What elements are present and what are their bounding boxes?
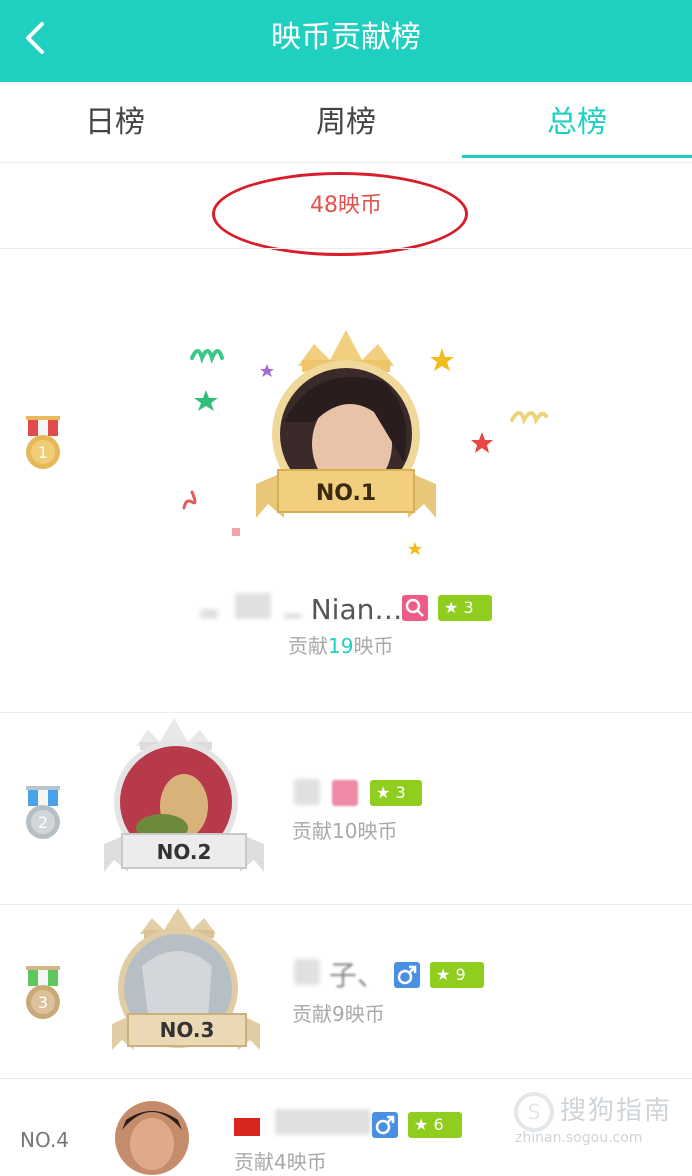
- star-icon: ★: [376, 783, 391, 802]
- active-tab-indicator: [462, 155, 692, 158]
- avatar-rank-4[interactable]: [114, 1100, 190, 1176]
- contribution-rank-2: 贡献10映币: [292, 819, 398, 843]
- highlight-oval: [212, 172, 468, 256]
- avatar-rank-1[interactable]: NO.1: [254, 322, 438, 522]
- rank-label: NO.2: [157, 840, 212, 864]
- rank-label: NO.1: [316, 481, 376, 506]
- level-badge: ★ 9: [430, 962, 484, 988]
- male-icon: [372, 1112, 398, 1138]
- user-name-rank-3[interactable]: 子、: [294, 958, 385, 994]
- star-icon: ★: [444, 598, 459, 617]
- avatar-rank-3[interactable]: NO.3: [112, 906, 262, 1056]
- user-name-rank-4[interactable]: [234, 1108, 371, 1144]
- star-icon: ★: [436, 965, 451, 984]
- user-name-visible: 子、: [328, 959, 385, 992]
- tab-bar: 日榜 周榜 总榜: [0, 82, 692, 163]
- female-icon: [402, 595, 428, 621]
- user-name-visible: Nian…: [310, 593, 403, 626]
- tab-total[interactable]: 总榜: [462, 102, 692, 144]
- contribution-rank-4: 贡献4映币: [234, 1150, 327, 1174]
- level-number: 9: [455, 965, 466, 984]
- star-icon: ★: [414, 1115, 429, 1134]
- top-bar: 映币贡献榜: [0, 0, 692, 82]
- level-badge: ★ 6: [408, 1112, 462, 1138]
- level-number: 3: [463, 598, 474, 617]
- user-name-rank-2[interactable]: [294, 778, 320, 814]
- page-title: 映币贡献榜: [271, 20, 421, 55]
- svg-text:S: S: [528, 1100, 541, 1124]
- medal-number: 3: [38, 993, 48, 1012]
- watermark-text: 搜狗指南: [560, 1096, 673, 1126]
- female-icon: [332, 780, 358, 806]
- contribution-rank-1: 贡献19映币: [288, 634, 394, 658]
- gold-medal-icon: 1: [26, 416, 60, 469]
- male-icon: [394, 962, 420, 988]
- divider: [0, 904, 692, 905]
- level-badge: ★ 3: [438, 595, 492, 621]
- level-number: 6: [433, 1115, 444, 1134]
- rank-label: NO.3: [160, 1018, 215, 1042]
- divider: [0, 1078, 692, 1079]
- avatar-rank-2[interactable]: NO.2: [104, 716, 268, 874]
- bronze-medal-icon: 3: [26, 966, 60, 1019]
- divider: [0, 248, 692, 249]
- level-number: 3: [395, 783, 406, 802]
- contribution-value: 19: [328, 634, 354, 658]
- tab-weekly[interactable]: 周榜: [231, 102, 461, 144]
- medal-number: 2: [38, 813, 48, 832]
- silver-medal-icon: 2: [26, 786, 60, 839]
- rank-number: NO.4: [20, 1128, 69, 1152]
- level-badge: ★ 3: [370, 780, 422, 806]
- divider: [0, 712, 692, 713]
- flag-icon: [234, 1118, 260, 1136]
- medal-number: 1: [38, 443, 48, 462]
- contribution-rank-3: 贡献9映币: [292, 1002, 385, 1026]
- tab-daily[interactable]: 日榜: [0, 102, 230, 144]
- user-name-rank-1[interactable]: Nian…: [200, 592, 402, 628]
- watermark-url: zhinan.sogou.com: [515, 1130, 643, 1146]
